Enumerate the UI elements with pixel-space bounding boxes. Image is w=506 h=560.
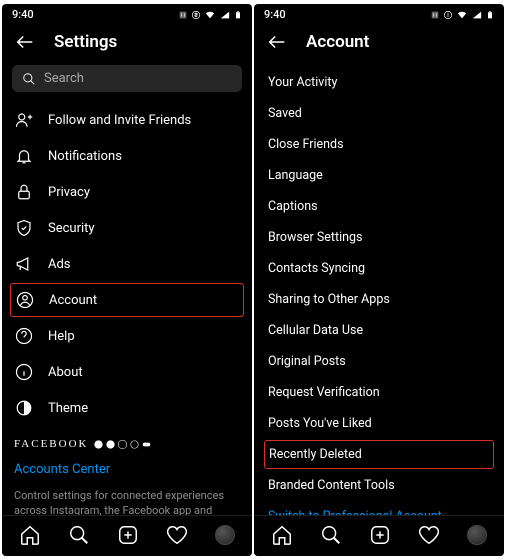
status-icons [430,9,494,21]
settings-screen: 9:40 Settings Search Follow and Invite F… [2,4,252,556]
settings-item-privacy[interactable]: Privacy [12,174,242,210]
status-icons [178,9,242,21]
nfc-icon [178,10,188,20]
oculus-icon [142,440,151,449]
bottom-nav [2,515,252,556]
settings-list: Follow and Invite Friends Notifications … [2,102,252,556]
profile-avatar[interactable] [215,525,235,545]
wifi-icon [456,10,468,20]
instagram-icon [118,440,127,449]
account-item-captions[interactable]: Captions [266,191,492,222]
back-arrow-icon[interactable] [14,31,36,53]
account-item-sharing[interactable]: Sharing to Other Apps [266,284,492,315]
bottom-nav [254,515,504,556]
messenger-icon [106,440,115,449]
settings-item-about[interactable]: About [12,354,242,390]
new-post-icon[interactable] [369,524,391,546]
whatsapp-icon [130,440,139,449]
activity-heart-icon[interactable] [166,524,188,546]
account-list: Your Activity Saved Close Friends Langua… [254,63,504,556]
settings-item-account[interactable]: Account [10,283,244,317]
search-placeholder: Search [44,71,84,86]
megaphone-icon [15,255,33,273]
signal-icon [471,10,483,20]
account-item-cellular-data[interactable]: Cellular Data Use [266,315,492,346]
account-item-saved[interactable]: Saved [266,98,492,129]
signal-icon [219,10,231,20]
account-item-branded-content[interactable]: Branded Content Tools [266,470,492,501]
wifi-icon [204,10,216,20]
account-item-your-activity[interactable]: Your Activity [266,67,492,98]
settings-item-theme[interactable]: Theme [12,390,242,426]
facebook-brand: FACEBOOK [14,438,88,450]
account-item-posts-liked[interactable]: Posts You've Liked [266,408,492,439]
account-header: Account [254,23,504,63]
dollar-icon [191,10,201,20]
page-title: Account [306,32,369,52]
account-circle-icon [16,291,34,309]
account-item-browser-settings[interactable]: Browser Settings [266,222,492,253]
back-arrow-icon[interactable] [266,31,288,53]
activity-heart-icon[interactable] [418,524,440,546]
profile-avatar[interactable] [467,525,487,545]
account-item-close-friends[interactable]: Close Friends [266,129,492,160]
battery-icon [486,9,494,21]
search-nav-icon[interactable] [68,524,90,546]
bell-icon [15,147,33,165]
settings-item-security[interactable]: Security [12,210,242,246]
page-title: Settings [54,32,117,52]
nfc-icon [430,10,440,20]
clock: 9:40 [12,8,34,21]
facebook-icon [94,440,103,449]
settings-header: Settings [2,23,252,63]
battery-icon [234,9,242,21]
clock: 9:40 [264,8,286,21]
help-icon [15,327,33,345]
home-icon[interactable] [271,524,293,546]
account-item-request-verification[interactable]: Request Verification [266,377,492,408]
settings-item-notifications[interactable]: Notifications [12,138,242,174]
account-item-original-posts[interactable]: Original Posts [266,346,492,377]
facebook-app-icons [94,440,151,449]
account-item-language[interactable]: Language [266,160,492,191]
search-input[interactable]: Search [12,65,242,92]
facebook-section: FACEBOOK [12,426,242,454]
person-plus-icon [15,111,33,129]
accounts-center-link[interactable]: Accounts Center [12,454,242,485]
search-nav-icon[interactable] [320,524,342,546]
shield-icon [15,219,33,237]
account-item-contacts-syncing[interactable]: Contacts Syncing [266,253,492,284]
lock-icon [15,183,33,201]
search-icon [22,72,36,86]
home-icon[interactable] [19,524,41,546]
account-item-recently-deleted[interactable]: Recently Deleted [264,440,494,469]
dollar-icon [443,10,453,20]
account-screen: 9:40 Account Your Activity Saved Close F… [254,4,504,556]
info-icon [15,363,33,381]
status-bar: 9:40 [254,4,504,23]
settings-item-follow-invite[interactable]: Follow and Invite Friends [12,102,242,138]
settings-item-help[interactable]: Help [12,318,242,354]
status-bar: 9:40 [2,4,252,23]
theme-icon [15,399,33,417]
new-post-icon[interactable] [117,524,139,546]
settings-item-ads[interactable]: Ads [12,246,242,282]
